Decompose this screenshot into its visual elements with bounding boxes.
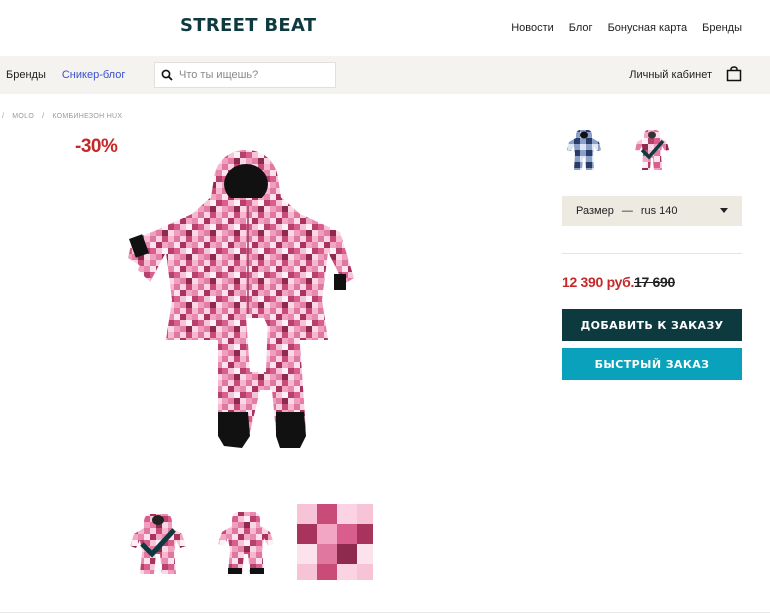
- nav-item-bonus-card[interactable]: Бонусная карта: [608, 22, 688, 34]
- current-price: 12 390 руб.: [562, 274, 635, 290]
- breadcrumb-separator: /: [2, 113, 5, 120]
- nav-item-brands[interactable]: Бренды: [702, 22, 742, 34]
- sub-nav-sneaker-blog-link[interactable]: Сникер-блог: [62, 69, 125, 81]
- size-separator: —: [621, 205, 633, 217]
- personal-account-link[interactable]: Личный кабинет: [629, 69, 712, 81]
- breadcrumb-separator: /: [42, 113, 45, 120]
- breadcrumb: / MOLO / КОМБИНЕЗОН HUX: [2, 113, 122, 120]
- sub-nav-brands-link[interactable]: Бренды: [6, 69, 46, 81]
- sub-navigation-bar: Бренды Сникер-блог Личный кабинет: [0, 56, 770, 94]
- add-to-order-button[interactable]: ДОБАВИТЬ К ЗАКАЗУ: [562, 309, 742, 341]
- site-logo[interactable]: STREET BEAT: [180, 15, 316, 36]
- top-header: STREET BEAT Новости Блог Бонусная карта …: [0, 0, 770, 56]
- shopping-bag-icon[interactable]: [726, 66, 742, 82]
- thumbnail-back[interactable]: [208, 504, 284, 580]
- divider: [562, 253, 742, 254]
- divider: [0, 612, 770, 613]
- size-value: rus 140: [640, 205, 678, 217]
- size-select[interactable]: Размер — rus 140: [562, 196, 742, 226]
- search-icon: [161, 69, 173, 81]
- nav-item-news[interactable]: Новости: [511, 22, 554, 34]
- main-product-image[interactable]: [78, 140, 418, 470]
- top-nav: Новости Блог Бонусная карта Бренды: [511, 22, 742, 34]
- breadcrumb-item-brand[interactable]: MOLO: [12, 113, 34, 120]
- breadcrumb-item-product: КОМБИНЕЗОН HUX: [52, 113, 123, 120]
- quick-order-button[interactable]: БЫСТРЫЙ ЗАКАЗ: [562, 348, 742, 380]
- thumbnail-front-selected[interactable]: [120, 504, 196, 580]
- size-label: Размер: [576, 205, 614, 217]
- sub-nav-links: Бренды Сникер-блог: [6, 69, 125, 81]
- search-box[interactable]: [154, 62, 336, 88]
- thumbnail-fabric-detail[interactable]: [297, 504, 373, 580]
- color-variant-navy[interactable]: [562, 126, 606, 174]
- old-price: 17 690: [634, 274, 676, 290]
- search-input[interactable]: [179, 69, 329, 81]
- thumbnail-strip: [0, 500, 400, 584]
- nav-item-blog[interactable]: Блог: [569, 22, 593, 34]
- color-variant-pink-selected[interactable]: [630, 126, 674, 174]
- chevron-down-icon: [720, 208, 728, 213]
